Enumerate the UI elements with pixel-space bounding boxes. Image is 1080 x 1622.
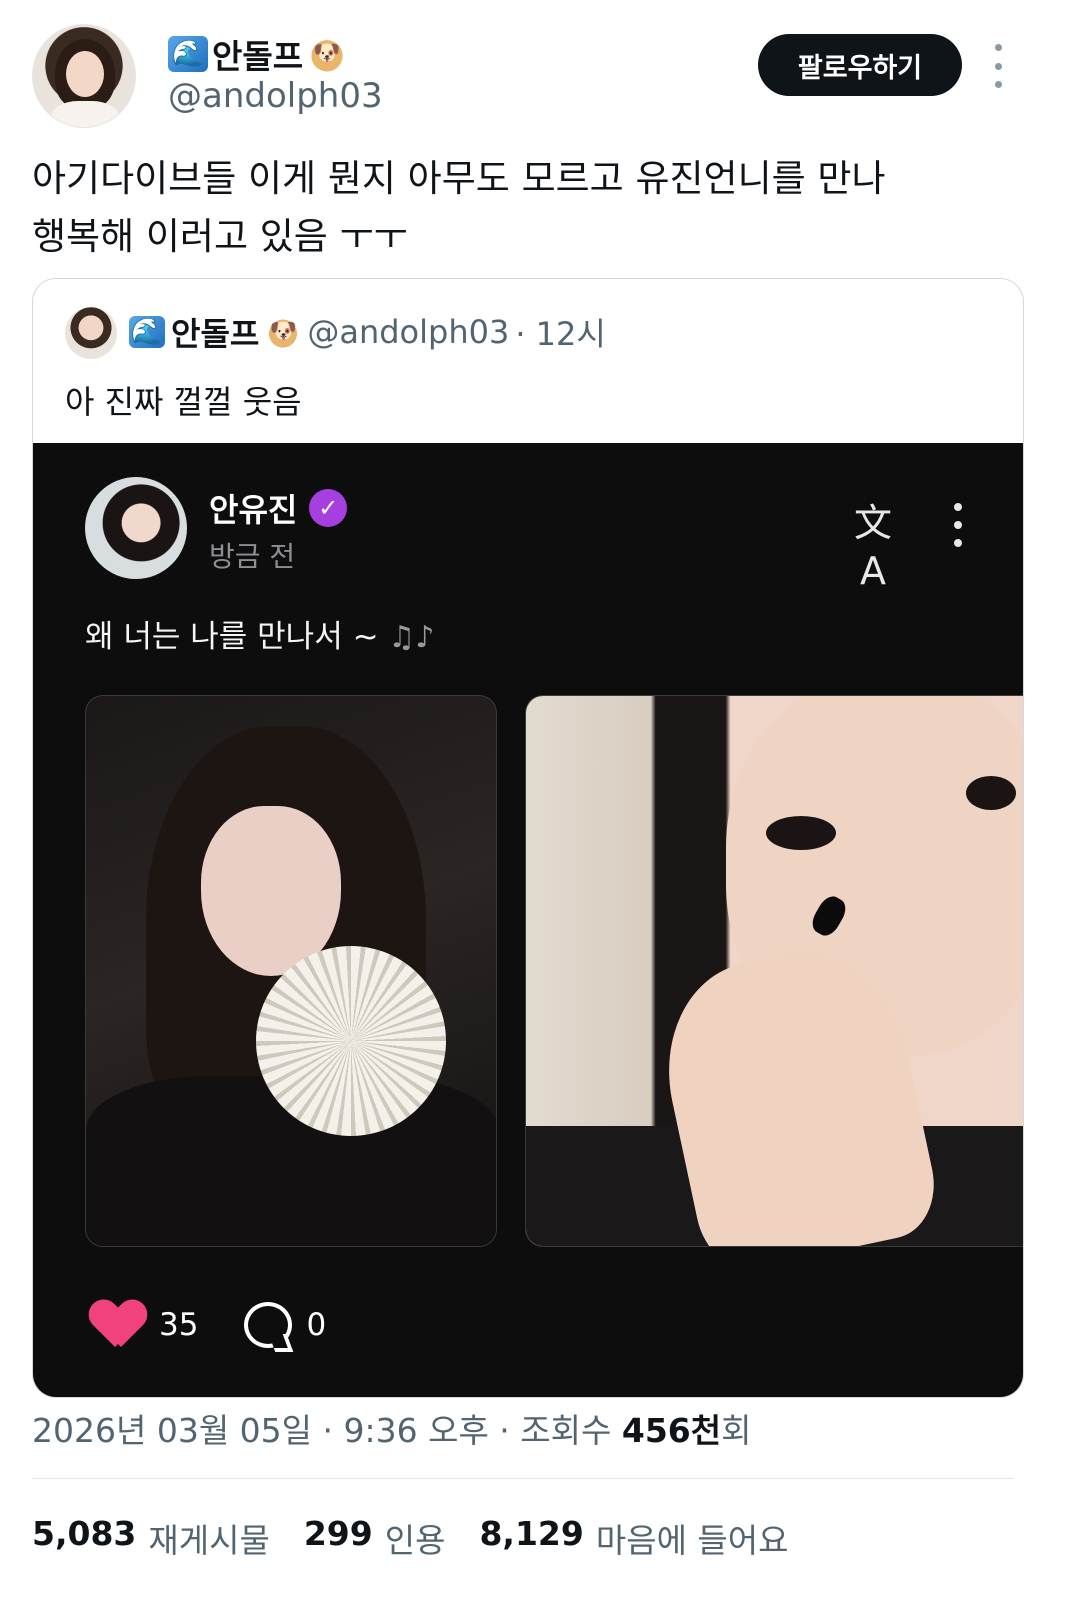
quote-text: 아 진짜 껄껄 웃음 (65, 383, 302, 421)
embed-timestamp: 방금 전 (209, 540, 296, 573)
quote-author-handle: @andolph03 (307, 313, 510, 351)
likes-label: 마음에 들어요 (595, 1521, 789, 1560)
photo-eye (966, 776, 1016, 810)
avatar-body (51, 101, 119, 127)
tweet-date: 2026년 03월 05일 · 9:36 오후 · 조회수 (32, 1411, 622, 1450)
quote-author-name: 안돌프 (171, 315, 260, 353)
retweets-stat[interactable]: 5,083 재게시물 (32, 1514, 270, 1562)
embed-text-content: 왜 너는 나를 만나서 ~ (85, 619, 379, 655)
embed-text: 왜 너는 나를 만나서 ~ ♫♪ (85, 611, 434, 656)
tweet-text-line-1: 아기다이브들 이게 뭔지 아무도 모르고 유진언니를 만나 (32, 157, 886, 200)
tweet-text-line-2: 행복해 이러고 있음 ㅜㅜ (32, 215, 408, 258)
wave-emoji-icon: 🌊 (168, 36, 208, 72)
more-options-icon[interactable] (988, 44, 1008, 88)
wave-emoji-icon: 🌊 (129, 316, 165, 348)
tweet-meta: 2026년 03월 05일 · 9:36 오후 · 조회수 456천회 (32, 1404, 751, 1452)
translate-icon: 文A (853, 501, 892, 593)
author-name: 안돌프 (212, 37, 304, 76)
view-count[interactable]: 456천 (622, 1411, 721, 1450)
photo-flower (256, 946, 446, 1136)
embed-more-icon (951, 503, 965, 547)
quotes-count: 299 (303, 1514, 373, 1553)
likes-stat[interactable]: 8,129 마음에 들어요 (479, 1514, 788, 1562)
view-suffix: 회 (721, 1411, 752, 1450)
author-display-name[interactable]: 🌊 안돌프 🐶 (168, 30, 348, 78)
embed-photo-2 (525, 695, 1023, 1247)
quoted-tweet-card[interactable]: 🌊 안돌프 🐶 @andolph03 · 12시 아 진짜 껄껄 웃음 안유진 … (32, 278, 1024, 1398)
music-notes-icon: ♫♪ (388, 620, 435, 655)
embed-author-name: 안유진 (209, 491, 298, 529)
embed-author: 안유진 (209, 485, 348, 531)
retweets-count: 5,083 (32, 1514, 137, 1553)
embedded-post-image[interactable]: 안유진 방금 전 文A 왜 너는 나를 만나서 ~ ♫♪ 35 (33, 443, 1023, 1397)
photo-eye (766, 816, 836, 850)
quotes-stat[interactable]: 299 인용 (304, 1514, 446, 1562)
embed-like-count: 35 (159, 1307, 199, 1343)
embed-photo-1 (85, 695, 497, 1247)
dog-emoji-icon: 🐶 (307, 36, 348, 72)
embed-author-avatar (85, 477, 187, 579)
author-avatar[interactable] (32, 24, 136, 128)
comment-icon (244, 1302, 293, 1348)
embed-comment-count: 0 (306, 1307, 327, 1343)
divider (32, 1478, 1014, 1479)
quote-header: 🌊 안돌프 🐶 @andolph03 · 12시 (129, 309, 606, 355)
dog-emoji-icon: 🐶 (265, 316, 302, 348)
engagement-stats: 5,083 재게시물 299 인용 8,129 마음에 들어요 (32, 1514, 789, 1562)
retweets-label: 재게시물 (148, 1521, 270, 1560)
tweet-text: 아기다이브들 이게 뭔지 아무도 모르고 유진언니를 만나 행복해 이러고 있음… (32, 150, 1042, 266)
follow-button[interactable]: 팔로우하기 (758, 34, 962, 96)
likes-count: 8,129 (479, 1514, 584, 1553)
verified-badge-icon (309, 489, 348, 527)
quote-timestamp: · 12시 (515, 315, 606, 353)
heart-icon (91, 1301, 145, 1349)
embed-actions: 35 0 (91, 1301, 326, 1349)
quote-author-avatar (65, 307, 117, 359)
quotes-label: 인용 (384, 1521, 446, 1560)
author-handle[interactable]: @andolph03 (168, 76, 383, 116)
avatar-face (66, 51, 104, 97)
